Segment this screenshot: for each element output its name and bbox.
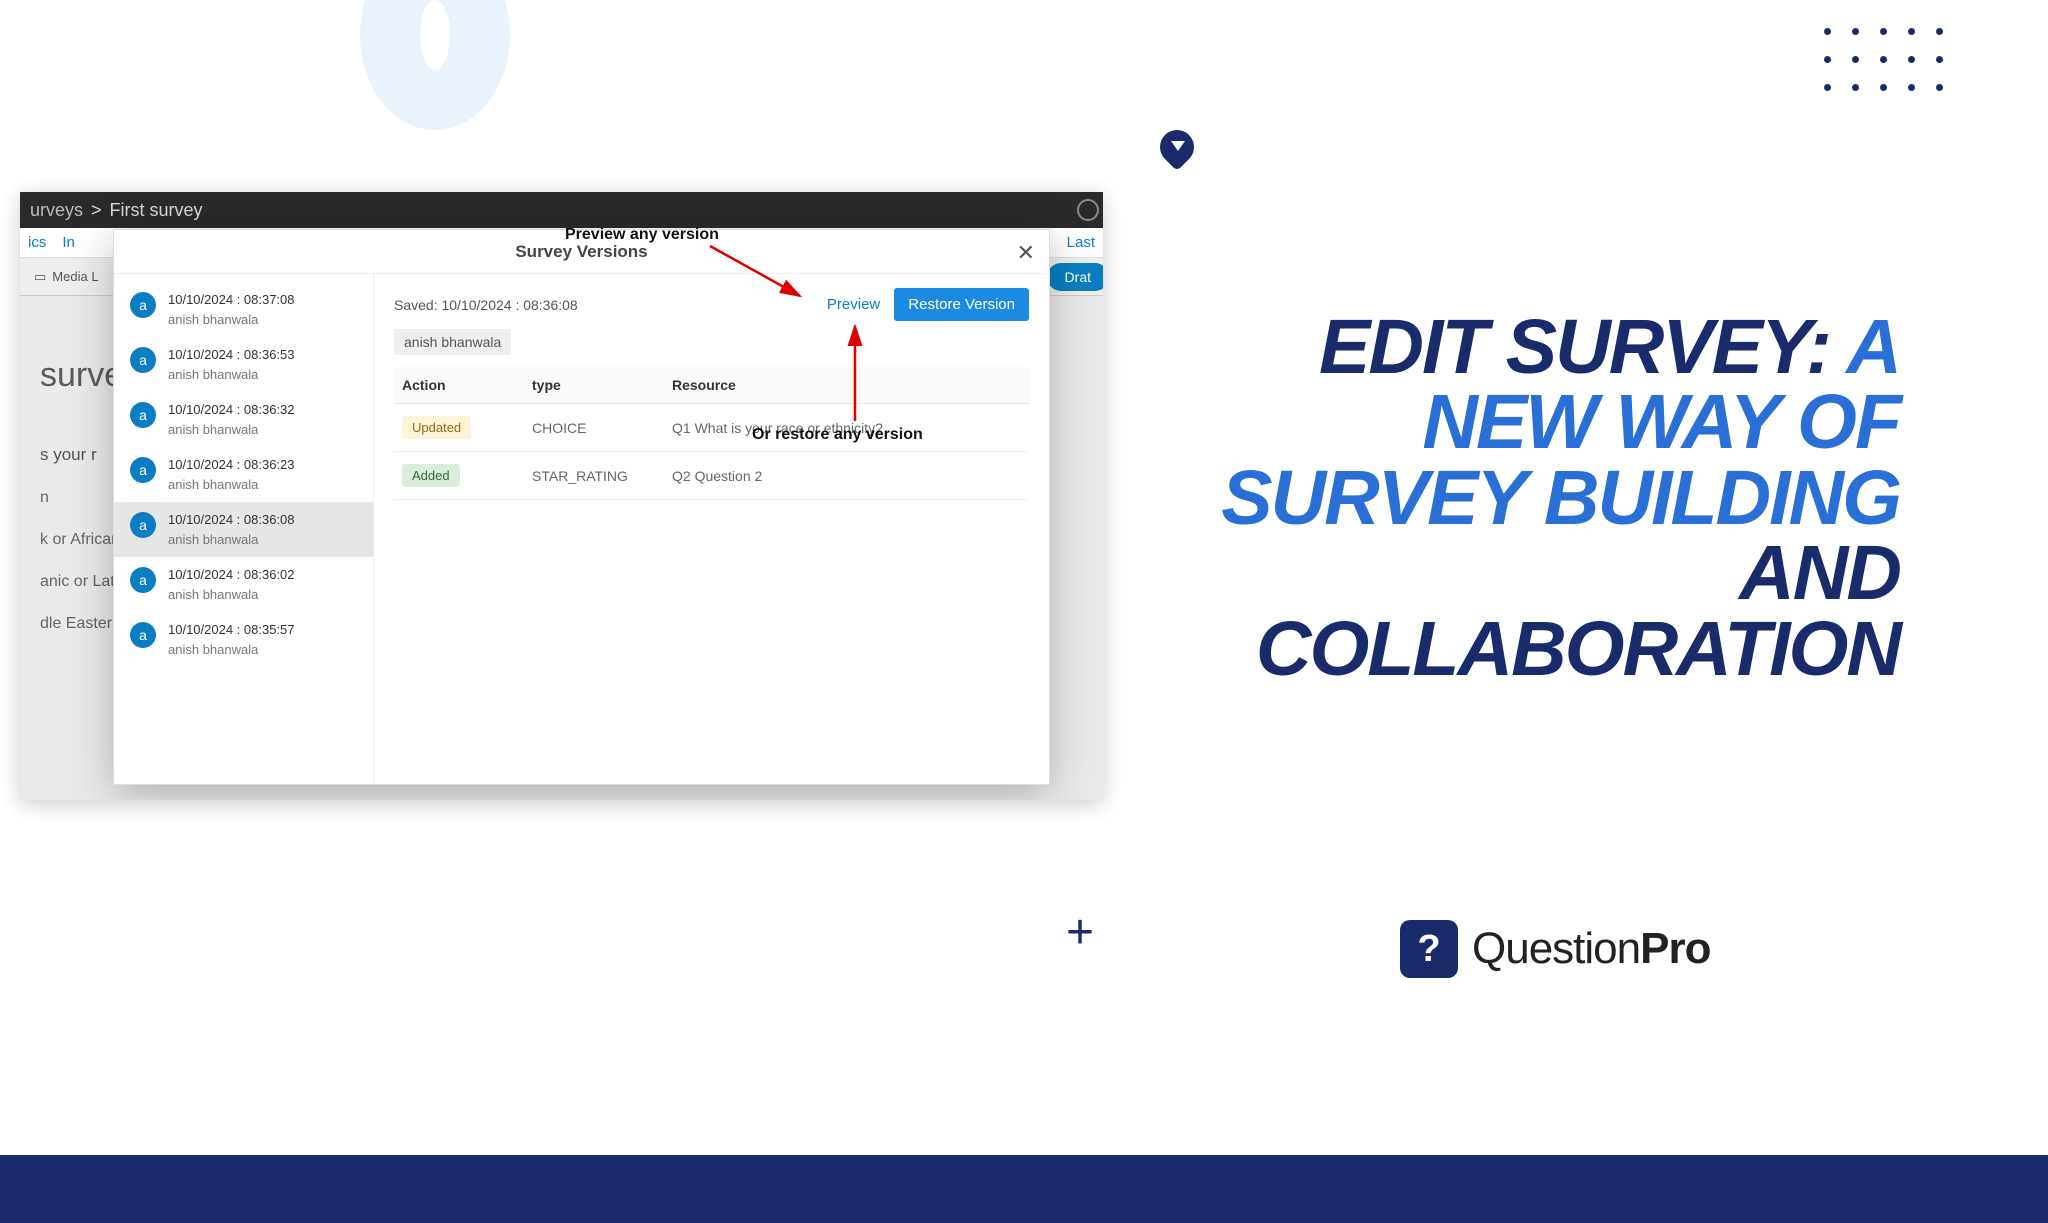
app-body: surve s your r n k or African American a… [20,296,1103,800]
version-author: anish bhanwala [168,640,295,660]
avatar: a [130,512,156,538]
version-timestamp: 10/10/2024 : 08:35:57 [168,620,295,640]
version-timestamp: 10/10/2024 : 08:36:23 [168,455,295,475]
preview-link[interactable]: Preview [827,296,880,313]
media-library-button[interactable]: ▭ Media L [34,269,99,285]
plus-icon: + [1066,905,1094,960]
cell-type: CHOICE [524,404,664,452]
close-icon[interactable]: ✕ [1017,240,1035,266]
version-author: anish bhanwala [168,310,295,330]
headline-part3: AND COLLABORATION [1256,530,1900,691]
version-item[interactable]: a 10/10/2024 : 08:36:53anish bhanwala [114,337,373,392]
version-item[interactable]: a 10/10/2024 : 08:36:02anish bhanwala [114,557,373,612]
headline: EDIT SURVEY: A NEW WAY OF SURVEY BUILDIN… [1130,310,1900,687]
media-label: Media L [52,269,98,284]
footer-bar [0,1155,2048,1223]
version-author: anish bhanwala [168,420,295,440]
tab-integrations[interactable]: In [62,234,75,251]
avatar: a [130,292,156,318]
arrow-restore [840,321,870,426]
arrow-preview [705,241,825,311]
version-author: anish bhanwala [168,585,295,605]
shield-icon [1153,123,1201,171]
avatar: a [130,622,156,648]
saved-timestamp: Saved: 10/10/2024 : 08:36:08 [394,297,578,313]
breadcrumb[interactable]: urveys > First survey [30,200,203,221]
restore-version-button[interactable]: Restore Version [894,288,1029,321]
action-badge: Updated [402,416,471,439]
action-badge: Added [402,464,460,487]
col-action: Action [394,367,524,404]
version-timestamp: 10/10/2024 : 08:37:08 [168,290,295,310]
breadcrumb-sep: > [91,200,102,221]
headline-part1: EDIT SURVEY: [1319,304,1846,390]
search-icon[interactable] [1077,199,1099,221]
avatar: a [130,347,156,373]
draft-button[interactable]: Drat [1047,263,1103,291]
version-item[interactable]: a 10/10/2024 : 08:35:57anish bhanwala [114,612,373,667]
version-item[interactable]: a 10/10/2024 : 08:37:08anish bhanwala [114,282,373,337]
app-screenshot: urveys > First survey ics In Last ▭ Medi… [20,192,1103,800]
annotation-preview: Preview any version [565,226,719,244]
col-type: type [524,367,664,404]
logo-mark-text: ? [1417,928,1440,971]
logo-mark: ? [1400,920,1458,978]
version-list[interactable]: a10/10/2024 : 08:37:08anish bhanwalaa10/… [114,274,374,784]
version-detail: Saved: 10/10/2024 : 08:36:08 Preview Res… [374,274,1049,784]
version-item[interactable]: a 10/10/2024 : 08:36:08anish bhanwala [114,502,373,557]
table-row: UpdatedCHOICEQ1 What is your race or eth… [394,404,1029,452]
media-icon: ▭ [34,269,46,285]
breadcrumb-current: First survey [110,200,203,221]
version-author: anish bhanwala [168,365,295,385]
avatar: a [130,402,156,428]
version-timestamp: 10/10/2024 : 08:36:02 [168,565,295,585]
cell-resource: Q2 Question 2 [664,452,1029,500]
bg-circle [360,0,510,130]
modal-title: Survey Versions [515,242,647,262]
version-timestamp: 10/10/2024 : 08:36:32 [168,400,295,420]
cell-type: STAR_RATING [524,452,664,500]
avatar: a [130,567,156,593]
version-item[interactable]: a 10/10/2024 : 08:36:23anish bhanwala [114,447,373,502]
version-timestamp: 10/10/2024 : 08:36:08 [168,510,295,530]
author-chip: anish bhanwala [394,329,511,355]
table-row: Added STAR_RATINGQ2 Question 2 [394,452,1029,500]
annotation-restore: Or restore any version [752,426,923,444]
survey-versions-modal: Survey Versions ✕ a 10/10/2024 : 08:37:08… [113,229,1050,785]
version-author: anish bhanwala [168,530,295,550]
changes-table: Action type Resource UpdatedCHOICEQ1 Wha… [394,367,1029,500]
avatar: a [130,457,156,483]
version-timestamp: 10/10/2024 : 08:36:53 [168,345,295,365]
dot-grid [1824,28,1948,96]
tab-last: Last [1067,234,1095,251]
logo-text: QuestionPro [1472,924,1710,974]
app-topbar: urveys > First survey [20,192,1103,228]
questionpro-logo: ? QuestionPro [1400,920,1710,978]
version-author: anish bhanwala [168,475,295,495]
tab-analytics[interactable]: ics [28,234,46,251]
breadcrumb-parent[interactable]: urveys [30,200,83,221]
version-item[interactable]: a 10/10/2024 : 08:36:32anish bhanwala [114,392,373,447]
